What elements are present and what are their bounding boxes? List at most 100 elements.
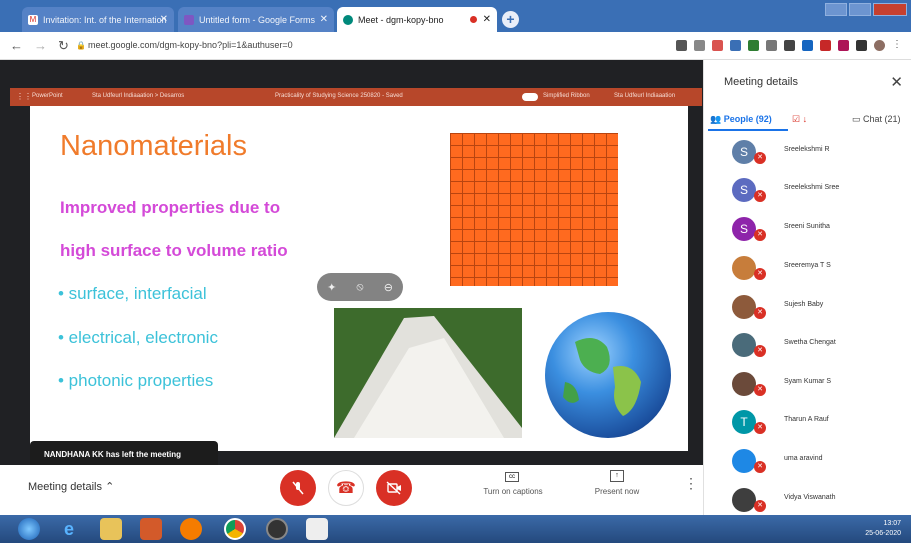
chat-icon: ▭ bbox=[852, 114, 861, 124]
turn-on-captions-button[interactable]: Turn on captions bbox=[475, 487, 551, 496]
microphone-off-button[interactable] bbox=[280, 470, 316, 506]
star-icon[interactable] bbox=[694, 40, 705, 51]
forward-arrow-icon[interactable]: → bbox=[34, 38, 47, 53]
ribbon-toggle-label: Simplified Ribbon bbox=[543, 93, 590, 99]
meeting-details-button[interactable]: Meeting details ⌃ bbox=[28, 480, 114, 493]
close-icon[interactable]: ✕ bbox=[160, 14, 168, 25]
participant-row[interactable]: ✕ Sujesh Baby bbox=[726, 295, 906, 331]
participant-row[interactable]: ✕ Sreeremya T S bbox=[726, 256, 906, 292]
participant-row[interactable]: ✕ Syam Kumar S bbox=[726, 372, 906, 408]
tab-label: Meet - dgm-kopy-bno bbox=[358, 14, 444, 25]
forms-icon bbox=[184, 14, 194, 25]
extension-icon[interactable] bbox=[856, 40, 867, 51]
url-field[interactable]: meet.google.com/dgm-kopy-bno?pli=1&authu… bbox=[88, 40, 293, 50]
panel-title: Meeting details bbox=[724, 76, 798, 88]
present-now-button[interactable]: Present now bbox=[585, 487, 649, 496]
extension-icon[interactable] bbox=[730, 40, 741, 51]
slide-bullet: • surface, interfacial bbox=[58, 284, 207, 303]
close-icon[interactable]: ✕ bbox=[483, 14, 491, 25]
browser-tab-bar: M Invitation: Int. of the Internation ✕ … bbox=[0, 0, 911, 32]
participant-name: Vidya Viswanath bbox=[784, 494, 836, 501]
microphone-muted-icon: ✕ bbox=[754, 152, 766, 164]
ppt-user: Sta Udfeurl Indiaaation bbox=[614, 93, 676, 99]
profile-avatar[interactable] bbox=[874, 40, 885, 51]
avatar bbox=[732, 333, 756, 357]
extension-icon[interactable] bbox=[748, 40, 759, 51]
slide-bullet: • photonic properties bbox=[58, 371, 214, 390]
microphone-muted-icon: ✕ bbox=[754, 268, 766, 280]
media-player-icon[interactable] bbox=[140, 518, 162, 540]
app-launcher-icon[interactable]: ⋮⋮ bbox=[16, 92, 32, 101]
tab-chat[interactable]: ▭ Chat (21) bbox=[852, 114, 901, 125]
sand-pile-image bbox=[334, 308, 522, 438]
tab-forms[interactable]: Untitled form - Google Forms ✕ bbox=[178, 7, 334, 32]
participant-row[interactable]: ✕ uma aravind bbox=[726, 449, 906, 485]
tab-meet[interactable]: Meet - dgm-kopy-bno ✕ bbox=[337, 7, 497, 32]
chrome-icon[interactable] bbox=[224, 518, 246, 540]
reload-icon[interactable]: ↻ bbox=[58, 38, 69, 54]
menu-dots-icon[interactable]: ⋮ bbox=[892, 40, 903, 51]
document-icon[interactable] bbox=[306, 518, 328, 540]
participant-name: Sujesh Baby bbox=[784, 301, 824, 308]
maximize-button[interactable] bbox=[849, 3, 871, 16]
activities-icon[interactable]: ☑ ↓ bbox=[792, 114, 807, 125]
slide-bullet: • electrical, electronic bbox=[58, 328, 218, 347]
tab-people[interactable]: 👥 People (92) bbox=[710, 114, 772, 125]
system-tray: 13:07 25-06-2020 bbox=[865, 519, 901, 539]
microphone-off-icon bbox=[292, 481, 304, 495]
camera-off-button[interactable] bbox=[376, 470, 412, 506]
participant-row[interactable]: T ✕ Tharun A Rauf bbox=[726, 410, 906, 446]
close-icon[interactable]: ✕ bbox=[890, 73, 903, 91]
avatar: S bbox=[732, 217, 756, 241]
participant-name: Syam Kumar S bbox=[784, 378, 832, 385]
pin-icon[interactable]: ✦ bbox=[327, 281, 336, 294]
back-arrow-icon[interactable]: ← bbox=[10, 38, 23, 53]
address-bar: ← → ↻ 🔒 meet.google.com/dgm-kopy-bno?pli… bbox=[0, 32, 911, 60]
camera-icon[interactable] bbox=[676, 40, 687, 51]
extension-icon[interactable] bbox=[802, 40, 813, 51]
windows-taskbar: e 13:07 25-06-2020 bbox=[0, 515, 911, 543]
nanogrid-image bbox=[450, 133, 618, 286]
participant-row[interactable]: S ✕ Sreelekshmi Sree bbox=[726, 178, 906, 214]
window-controls bbox=[825, 3, 907, 16]
tab-gmail[interactable]: M Invitation: Int. of the Internation ✕ bbox=[22, 7, 174, 32]
firefox-icon[interactable] bbox=[180, 518, 202, 540]
extension-icon[interactable] bbox=[712, 40, 723, 51]
window-close-button[interactable] bbox=[873, 3, 907, 16]
file-explorer-icon[interactable] bbox=[100, 518, 122, 540]
microphone-muted-icon: ✕ bbox=[754, 461, 766, 473]
gmail-icon: M bbox=[28, 14, 38, 25]
close-icon[interactable]: ✕ bbox=[320, 14, 328, 25]
extension-icon[interactable] bbox=[766, 40, 777, 51]
time-label: 13:07 bbox=[883, 520, 901, 527]
app-icon[interactable] bbox=[266, 518, 288, 540]
extension-icon[interactable] bbox=[820, 40, 831, 51]
phone-hangup-icon: ☎ bbox=[336, 480, 356, 497]
participant-row[interactable]: S ✕ Sreelekshmi R bbox=[726, 140, 906, 176]
new-tab-button[interactable]: + bbox=[502, 11, 519, 28]
meeting-details-label: Meeting details bbox=[28, 481, 102, 493]
presenter-controls: ✦ ⦸ ⊖ bbox=[317, 273, 403, 301]
internet-explorer-icon[interactable]: e bbox=[58, 518, 80, 540]
remove-icon[interactable]: ⊖ bbox=[384, 281, 393, 294]
avatar bbox=[732, 295, 756, 319]
avatar: S bbox=[732, 178, 756, 202]
mute-presenter-icon[interactable]: ⦸ bbox=[356, 281, 363, 294]
earth-globe-image bbox=[545, 312, 671, 438]
participant-name: uma aravind bbox=[784, 455, 823, 462]
tab-label: Untitled form - Google Forms bbox=[199, 14, 316, 25]
slide-title: Nanomaterials bbox=[60, 130, 247, 162]
extension-icon[interactable] bbox=[838, 40, 849, 51]
more-options-icon[interactable]: ⋮ bbox=[684, 475, 698, 492]
avatar bbox=[732, 488, 756, 512]
extension-icon[interactable] bbox=[784, 40, 795, 51]
minimize-button[interactable] bbox=[825, 3, 847, 16]
active-tab-indicator bbox=[708, 129, 788, 131]
ribbon-toggle[interactable] bbox=[522, 93, 538, 101]
avatar: T bbox=[732, 410, 756, 434]
start-button[interactable] bbox=[18, 518, 40, 540]
leave-call-button[interactable]: ☎ bbox=[328, 470, 364, 506]
participant-row[interactable]: ✕ Swetha Chengat bbox=[726, 333, 906, 369]
participant-row[interactable]: S ✕ Sreeni Sunitha bbox=[726, 217, 906, 253]
recording-dot-icon bbox=[470, 16, 477, 23]
